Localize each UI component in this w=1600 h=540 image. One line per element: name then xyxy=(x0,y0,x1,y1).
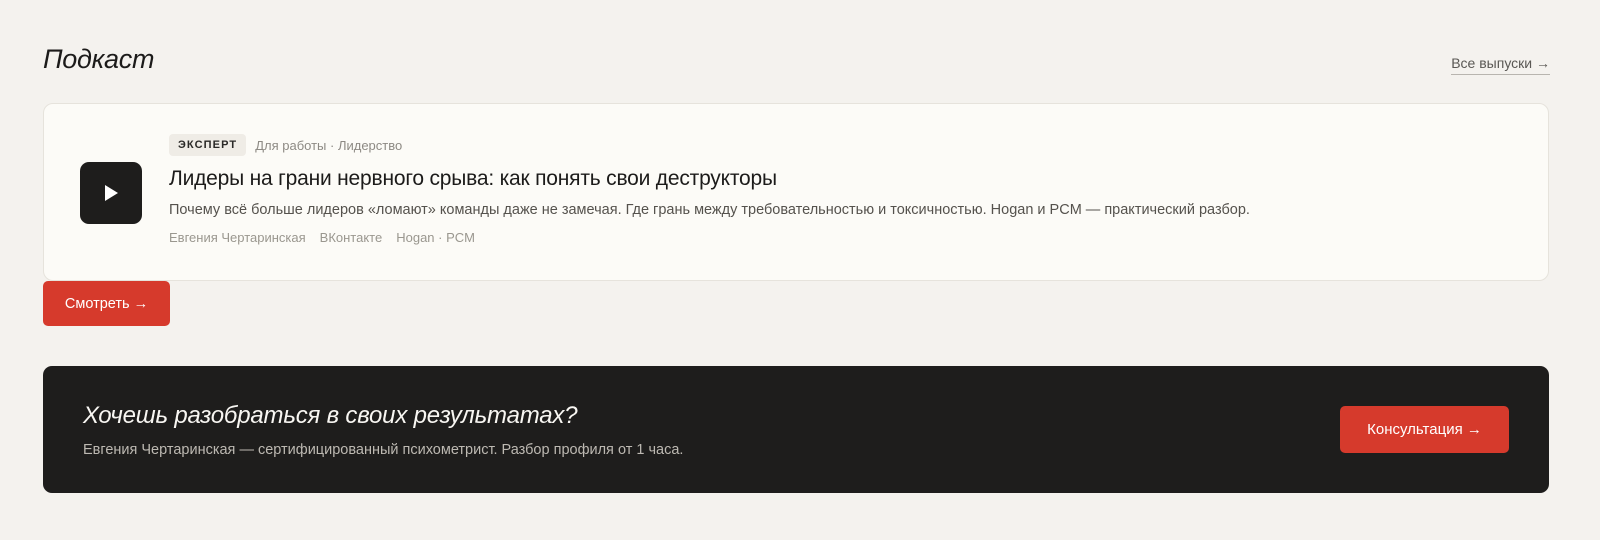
banner-subtitle: Евгения Чертаринская — сертифицированный… xyxy=(83,442,684,458)
episode-body: ЭКСПЕРТ Для работы · Лидерство Лидеры на… xyxy=(169,134,1518,245)
episode-badge: ЭКСПЕРТ xyxy=(169,134,247,156)
section-title: Подкаст xyxy=(43,44,155,74)
banner-title: Хочешь разобраться в своих результатах? xyxy=(83,402,578,429)
watch-button[interactable]: Смотреть → xyxy=(43,281,170,326)
episode-card: ЭКСПЕРТ Для работы · Лидерство Лидеры на… xyxy=(43,103,1549,281)
episode-category: Для работы · Лидерство xyxy=(255,137,403,153)
consultation-banner: Хочешь разобраться в своих результатах? … xyxy=(43,366,1549,493)
consultation-button[interactable]: Консультация → xyxy=(1340,406,1509,453)
episode-tag-author: Евгения Чертаринская xyxy=(169,230,306,245)
episode-title[interactable]: Лидеры на грани нервного срыва: как поня… xyxy=(169,167,1518,191)
all-episodes-link[interactable]: Все выпуски → xyxy=(1451,55,1550,75)
play-icon xyxy=(105,185,118,201)
play-button[interactable] xyxy=(80,162,142,224)
episode-tags: Евгения Чертаринская ВКонтакте Hogan · P… xyxy=(169,230,1518,245)
episode-tag-methods: Hogan · PCM xyxy=(396,230,475,245)
episode-description: Почему всё больше лидеров «ломают» коман… xyxy=(169,202,1250,218)
episode-tag-platform: ВКонтакте xyxy=(319,230,383,245)
episode-meta: ЭКСПЕРТ Для работы · Лидерство xyxy=(169,134,1518,156)
